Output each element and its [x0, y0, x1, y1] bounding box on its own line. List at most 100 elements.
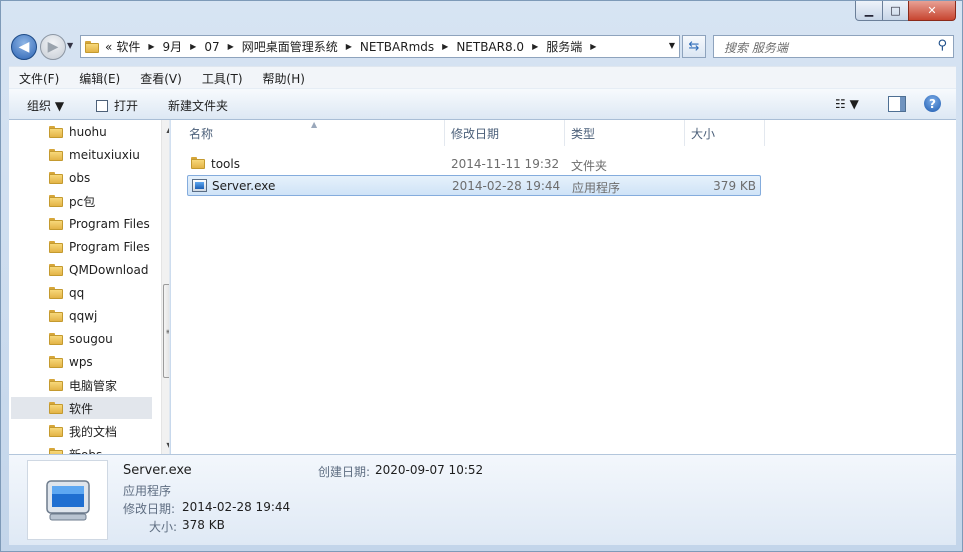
detail-modified-value: 2014-02-28 19:44 — [182, 500, 291, 514]
tree-item[interactable]: obs — [11, 167, 152, 189]
recent-pages-chevron-down-icon[interactable]: ▼ — [67, 41, 73, 50]
tree-item[interactable]: 电脑管家 — [11, 374, 152, 396]
search-input[interactable] — [722, 37, 926, 58]
address-bar[interactable]: « 软件 ▶ 9月 ▶ 07 ▶ 网吧桌面管理系统 ▶ NETBARmds ▶ NETBA… — [80, 35, 680, 58]
tree-item[interactable]: QMDownload — [11, 259, 152, 281]
folder-icon — [49, 149, 63, 161]
folder-icon — [49, 310, 63, 322]
tree-item-selected[interactable]: 软件 — [11, 397, 152, 419]
tree-item[interactable]: 新obs — [11, 443, 152, 454]
breadcrumb-item[interactable]: 07 — [204, 40, 219, 54]
tree-item[interactable]: meituxiuxiu — [11, 144, 152, 166]
open-button[interactable]: 打开 — [96, 97, 138, 114]
column-header-date[interactable]: 修改日期 — [445, 120, 565, 146]
folder-icon — [49, 126, 63, 138]
detail-created-label: 创建日期: — [318, 465, 371, 479]
tree-item[interactable]: Program Files — [11, 213, 152, 235]
file-row-selected[interactable]: Server.exe 2014-02-28 19:44 应用程序 379 KB — [187, 175, 761, 196]
breadcrumb-item[interactable]: NETBAR8.0 — [456, 40, 524, 54]
menu-view[interactable]: 查看(V) — [130, 70, 192, 87]
file-name: Server.exe — [212, 179, 276, 193]
breadcrumb-separator-icon[interactable]: ▶ — [532, 42, 538, 51]
breadcrumb-separator-icon[interactable]: ▶ — [590, 42, 596, 51]
file-type: 文件夹 — [571, 159, 608, 173]
column-header-name[interactable]: 名称 — [181, 120, 445, 146]
tree-item-label: huohu — [69, 125, 107, 139]
search-icon[interactable]: ⚲ — [937, 38, 947, 53]
column-header-size[interactable]: 大小 — [685, 120, 765, 146]
back-button[interactable]: ◀ — [11, 34, 37, 60]
tree-item-label: qqwj — [69, 309, 98, 323]
monitor-icon — [46, 480, 90, 521]
breadcrumb-separator-icon[interactable]: ▶ — [190, 42, 196, 51]
menu-tools[interactable]: 工具(T) — [192, 70, 253, 87]
tree-item-label: 新obs — [69, 446, 102, 455]
tree-item[interactable]: huohu — [11, 121, 152, 143]
change-view-button[interactable]: ☷ ▼ — [835, 97, 859, 111]
detail-created-value: 2020-09-07 10:52 — [375, 463, 484, 477]
maximize-button[interactable]: □ — [882, 1, 909, 21]
breadcrumb-item[interactable]: 网吧桌面管理系统 — [242, 38, 338, 55]
preview-pane-icon[interactable] — [888, 96, 906, 112]
navigation-pane: huohu meituxiuxiu obs pc包 Program Files … — [9, 120, 170, 454]
breadcrumb-separator-icon[interactable]: ▶ — [228, 42, 234, 51]
detail-file-name: Server.exe — [123, 463, 192, 478]
tree-item-label: Program Files — [69, 217, 150, 231]
menu-file[interactable]: 文件(F) — [9, 70, 69, 87]
large-application-icon — [27, 460, 108, 540]
folder-icon — [85, 40, 99, 53]
open-icon — [96, 100, 108, 112]
file-row[interactable]: tools 2014-11-11 19:32 文件夹 — [187, 154, 761, 175]
tree-item[interactable]: pc包 — [11, 190, 152, 212]
folder-icon — [49, 241, 63, 253]
close-button[interactable]: ✕ — [908, 1, 956, 21]
menu-help[interactable]: 帮助(H) — [253, 70, 315, 87]
folder-icon — [49, 172, 63, 184]
new-folder-button[interactable]: 新建文件夹 — [168, 97, 228, 114]
help-icon[interactable]: ? — [924, 95, 941, 112]
tree-item[interactable]: qq — [11, 282, 152, 304]
tree-item[interactable]: qqwj — [11, 305, 152, 327]
breadcrumb-item[interactable]: 软件 — [116, 38, 140, 55]
tree-item[interactable]: Program Files — [11, 236, 152, 258]
details-pane: Server.exe 应用程序 修改日期: 2014-02-28 19:44 大… — [9, 454, 956, 545]
file-type: 应用程序 — [572, 181, 621, 195]
tree-item[interactable]: wps — [11, 351, 152, 373]
tree-item-label: obs — [69, 171, 91, 185]
refresh-button[interactable]: ⇆ — [682, 35, 706, 58]
breadcrumb-overflow[interactable]: « — [105, 40, 112, 54]
file-date: 2014-11-11 19:32 — [451, 157, 560, 171]
nav-scrollbar[interactable]: ▲ ≡ ▼ — [161, 120, 169, 454]
breadcrumb-item-current[interactable]: 服务端 — [546, 38, 582, 55]
breadcrumb-separator-icon[interactable]: ▶ — [148, 42, 154, 51]
tree-item-label: 我的文档 — [69, 424, 118, 439]
folder-icon — [49, 195, 63, 207]
organize-button[interactable]: 组织 ▼ — [27, 97, 64, 114]
file-size: 379 KB — [713, 179, 756, 193]
tree-item-label: 软件 — [69, 401, 94, 416]
tree-item-label: meituxiuxiu — [69, 148, 140, 162]
folder-icon — [49, 287, 63, 299]
search-box[interactable]: ⚲ — [713, 35, 954, 58]
scroll-thumb[interactable]: ≡ — [163, 284, 169, 378]
breadcrumb-item[interactable]: NETBARmds — [360, 40, 434, 54]
breadcrumb-item[interactable]: 9月 — [163, 38, 183, 55]
tree-item[interactable]: 我的文档 — [11, 420, 152, 442]
breadcrumb-separator-icon[interactable]: ▶ — [346, 42, 352, 51]
scroll-up-icon[interactable]: ▲ — [162, 121, 169, 137]
tree-item[interactable]: sougou — [11, 328, 152, 350]
folder-icon — [49, 379, 63, 391]
scroll-down-icon[interactable]: ▼ — [162, 437, 169, 453]
address-history-chevron-down-icon[interactable]: ▼ — [669, 41, 675, 50]
explorer-window: ▁ □ ✕ ◀ ▶ ▼ « 软件 ▶ 9月 ▶ 07 ▶ 网吧桌面管理系统 ▶ NETB… — [0, 0, 963, 552]
menu-edit[interactable]: 编辑(E) — [69, 70, 130, 87]
column-header-type[interactable]: 类型 — [565, 120, 685, 146]
menu-bar: 文件(F) 编辑(E) 查看(V) 工具(T) 帮助(H) — [9, 66, 956, 89]
command-bar: 组织 ▼ 打开 新建文件夹 ☷ ▼ ? — [9, 88, 956, 120]
breadcrumb-separator-icon[interactable]: ▶ — [442, 42, 448, 51]
forward-button[interactable]: ▶ — [40, 34, 66, 60]
folder-icon — [49, 425, 63, 437]
detail-modified-label: 修改日期: — [123, 502, 176, 516]
minimize-button[interactable]: ▁ — [855, 1, 883, 21]
tree-item-label: pc包 — [69, 194, 96, 209]
